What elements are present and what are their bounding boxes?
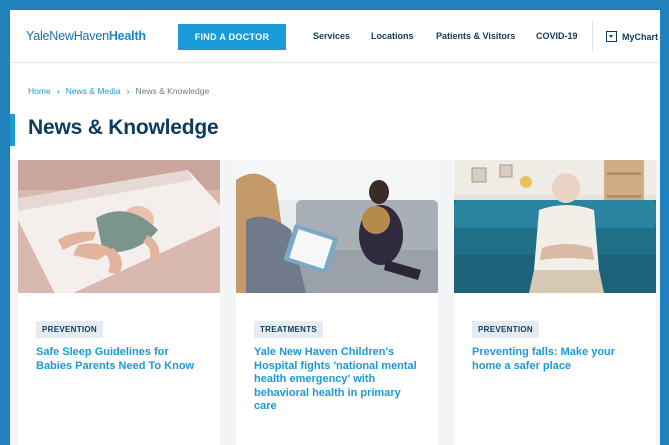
site-header: YaleNewHavenHealth FIND A DOCTOR Service…: [10, 10, 660, 63]
nav-patients-visitors[interactable]: Patients & Visitors: [436, 31, 515, 41]
article-image-senior-woman[interactable]: [454, 160, 656, 293]
mychart-label: MyChart: [622, 31, 659, 42]
chevron-right-icon: ›: [126, 86, 130, 96]
find-a-doctor-button[interactable]: FIND A DOCTOR: [178, 24, 286, 50]
nav-services[interactable]: Services: [313, 31, 350, 41]
breadcrumb: Home › News & Media › News & Knowledge: [28, 86, 209, 96]
category-tag[interactable]: TREATMENTS: [254, 321, 324, 338]
page-title: News & Knowledge: [28, 116, 219, 139]
title-accent-bar: [10, 114, 15, 146]
category-tag[interactable]: PREVENTION: [472, 321, 540, 338]
article-card[interactable]: PREVENTION Safe Sleep Guidelines for Bab…: [18, 160, 220, 445]
logo-text-bold: Health: [108, 29, 146, 43]
nav-divider: [592, 20, 593, 52]
category-tag[interactable]: PREVENTION: [36, 321, 104, 338]
nav-covid-19[interactable]: COVID-19: [536, 31, 578, 41]
breadcrumb-news-media[interactable]: News & Media: [66, 86, 121, 96]
site-logo[interactable]: YaleNewHavenHealth: [26, 29, 146, 43]
article-title-link[interactable]: Safe Sleep Guidelines for Babies Parents…: [36, 346, 204, 373]
article-image-therapy-session[interactable]: [236, 160, 438, 293]
mychart-icon: [606, 31, 617, 42]
breadcrumb-home[interactable]: Home: [28, 86, 51, 96]
article-card[interactable]: PREVENTION Preventing falls: Make your h…: [454, 160, 656, 445]
article-card[interactable]: TREATMENTS Yale New Haven Children's Hos…: [236, 160, 438, 445]
browser-viewport: YaleNewHavenHealth FIND A DOCTOR Service…: [10, 10, 660, 445]
chevron-right-icon: ›: [56, 86, 60, 96]
article-title-link[interactable]: Yale New Haven Children's Hospital fight…: [254, 346, 422, 414]
breadcrumb-current: News & Knowledge: [135, 86, 210, 96]
logo-text-light: YaleNewHaven: [26, 29, 109, 43]
article-image-baby-crib[interactable]: [18, 160, 220, 293]
article-title-link[interactable]: Preventing falls: Make your home a safer…: [472, 346, 640, 373]
article-card-grid: PREVENTION Safe Sleep Guidelines for Bab…: [10, 160, 660, 445]
nav-locations[interactable]: Locations: [371, 31, 414, 41]
mychart-link[interactable]: MyChart: [606, 31, 658, 42]
